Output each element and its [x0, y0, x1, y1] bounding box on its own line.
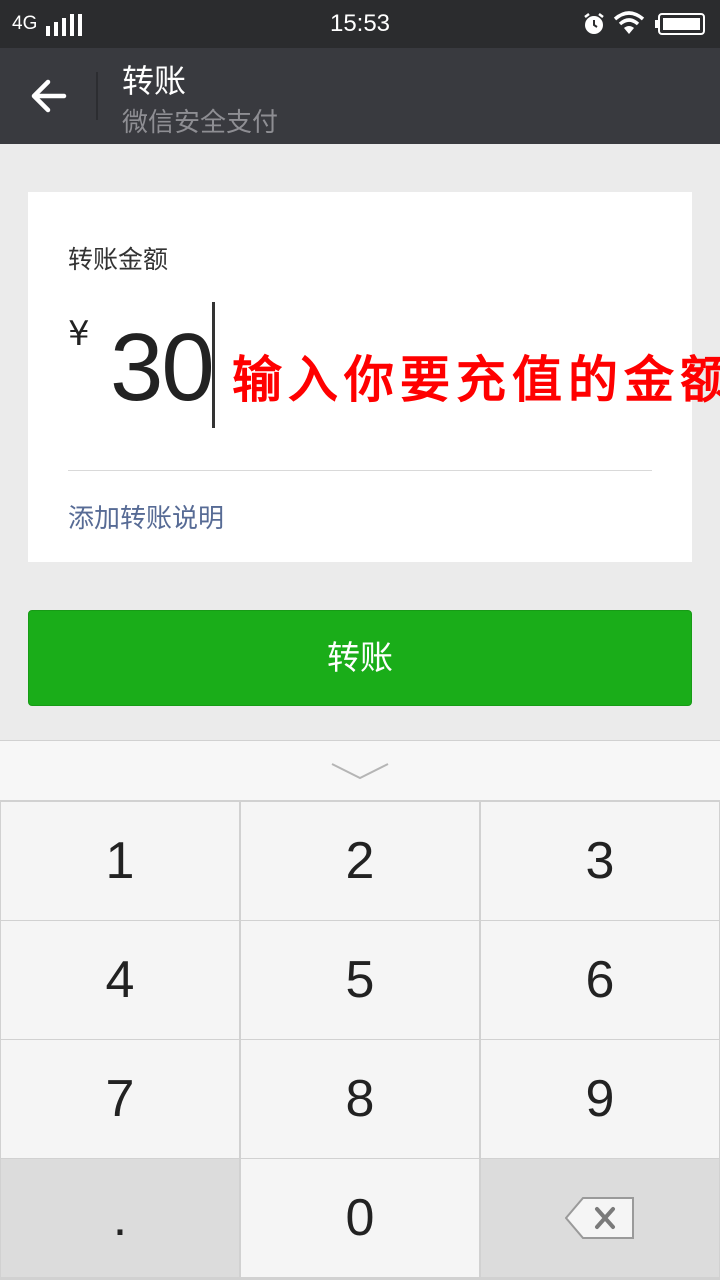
back-button[interactable] — [18, 68, 78, 124]
transfer-button[interactable]: 转账 — [28, 610, 692, 706]
key-3[interactable]: 3 — [481, 802, 719, 920]
key-decimal[interactable]: . — [1, 1159, 239, 1277]
key-4[interactable]: 4 — [1, 921, 239, 1039]
key-delete[interactable] — [481, 1159, 719, 1277]
keyboard-collapse-button[interactable] — [0, 740, 720, 800]
currency-symbol: ¥ — [68, 314, 90, 354]
battery-icon — [655, 13, 705, 35]
status-bar: 4G 15:53 — [0, 0, 720, 48]
amount-label: 转账金额 — [68, 245, 169, 274]
status-time: 15:53 — [329, 10, 391, 37]
alarm-icon — [584, 13, 604, 34]
annotation-overlay: 输入你要充值的金额 — [232, 351, 720, 409]
text-cursor — [212, 302, 215, 428]
page-subtitle: 微信安全支付 — [122, 108, 279, 138]
page-title: 转账 — [122, 62, 187, 100]
chevron-down-icon — [331, 763, 389, 780]
amount-input[interactable]: 30 — [110, 318, 220, 418]
key-7[interactable]: 7 — [1, 1040, 239, 1158]
key-6[interactable]: 6 — [481, 921, 719, 1039]
arrow-left-icon — [31, 79, 67, 113]
key-5[interactable]: 5 — [241, 921, 479, 1039]
key-8[interactable]: 8 — [241, 1040, 479, 1158]
add-remark-link[interactable]: 添加转账说明 — [68, 498, 224, 535]
header-divider — [96, 72, 98, 120]
backspace-icon — [565, 1197, 634, 1239]
wifi-icon — [613, 11, 645, 34]
header-bar: 转账 微信安全支付 — [0, 48, 720, 144]
key-2[interactable]: 2 — [241, 802, 479, 920]
key-9[interactable]: 9 — [481, 1040, 719, 1158]
key-0[interactable]: 0 — [241, 1159, 479, 1277]
amount-card: 转账金额 ¥ 30 输入你要充值的金额 添加转账说明 — [28, 192, 720, 562]
card-divider — [68, 470, 652, 471]
numeric-keyboard: 1 2 3 4 5 6 7 8 9 . 0 — [0, 740, 720, 1280]
key-1[interactable]: 1 — [1, 802, 239, 920]
